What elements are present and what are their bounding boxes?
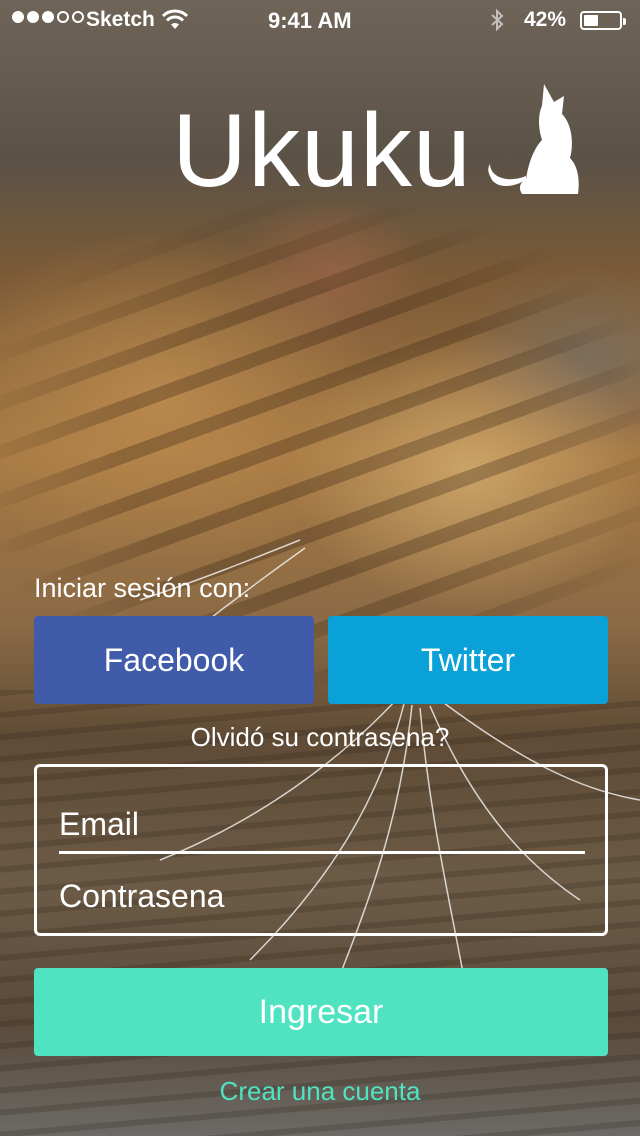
- twitter-login-button[interactable]: Twitter: [328, 616, 608, 704]
- cat-icon: [482, 84, 582, 209]
- logo-text: Ukuku: [172, 93, 472, 209]
- email-field[interactable]: [59, 801, 585, 847]
- wifi-icon: [161, 9, 189, 37]
- status-bar: Sketch 9:41 AM 42%: [0, 0, 640, 40]
- signal-strength-icon: [12, 11, 84, 23]
- facebook-login-button[interactable]: Facebook: [34, 616, 314, 704]
- forgot-password-link[interactable]: Olvidó su contrasena?: [0, 722, 640, 753]
- battery-icon: [580, 11, 626, 30]
- password-field[interactable]: [59, 873, 585, 919]
- clock: 9:41 AM: [268, 8, 352, 33]
- battery-percent: 42%: [524, 8, 567, 31]
- create-account-link[interactable]: Crear una cuenta: [0, 1076, 640, 1107]
- login-button[interactable]: Ingresar: [34, 968, 608, 1056]
- bluetooth-icon: [490, 8, 504, 38]
- field-divider: [59, 851, 585, 854]
- social-login-label: Iniciar sesión con:: [34, 573, 251, 603]
- login-form: [34, 764, 608, 936]
- carrier-name: Sketch: [86, 8, 155, 31]
